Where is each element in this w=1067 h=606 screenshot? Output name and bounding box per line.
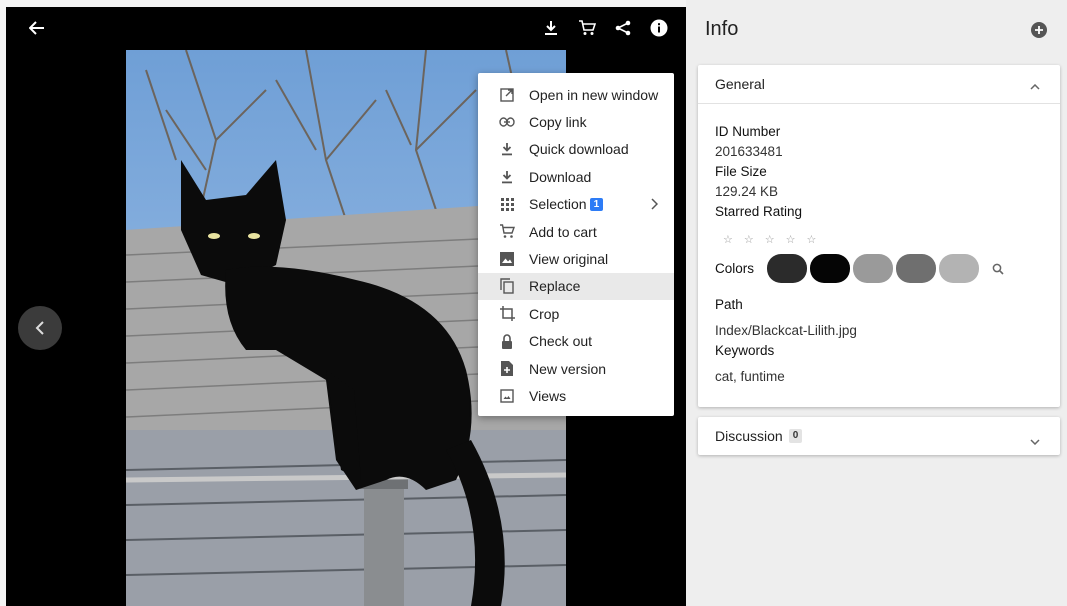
path-value: Index/Blackcat-Lilith.jpg [715, 321, 1043, 341]
menu-item-quick-download[interactable]: Quick download [478, 136, 674, 163]
new-file-icon [499, 361, 515, 377]
crop-icon [499, 306, 515, 322]
color-swatch[interactable] [939, 254, 980, 283]
discussion-header[interactable]: Discussion 0 [698, 417, 1060, 455]
menu-item-label: View original [529, 251, 609, 268]
menu-item-label: Download [529, 168, 592, 185]
grid-icon [499, 196, 515, 212]
star-icon[interactable]: ☆ [807, 230, 817, 250]
context-menu: Open in new window Copy link Quick downl… [478, 73, 674, 416]
general-title: General [715, 76, 765, 92]
lock-icon [499, 333, 515, 349]
download-icon [499, 169, 515, 185]
selection-count-badge: 1 [589, 197, 604, 211]
add-icon[interactable] [1031, 22, 1047, 38]
menu-item-open-new-window[interactable]: Open in new window [478, 81, 674, 108]
menu-item-view-original[interactable]: View original [478, 245, 674, 272]
menu-item-crop[interactable]: Crop [478, 300, 674, 327]
download-icon[interactable] [540, 17, 562, 39]
colors-row: Colors [715, 254, 1043, 283]
menu-item-new-version[interactable]: New version [478, 355, 674, 382]
download-icon [499, 141, 515, 157]
chevron-left-icon [35, 321, 44, 335]
id-number-value: 201633481 [715, 144, 783, 159]
info-panel: Info General ID Number 201633481 File Si… [686, 0, 1067, 606]
info-icon[interactable] [648, 17, 670, 39]
discussion-count-badge: 0 [788, 429, 803, 443]
open-new-window-icon [499, 87, 515, 103]
image-icon [499, 251, 515, 267]
link-icon [499, 114, 515, 130]
search-icon[interactable] [992, 263, 1004, 275]
color-swatch[interactable] [896, 254, 937, 283]
views-icon [499, 388, 515, 404]
menu-item-label: Views [529, 387, 567, 404]
keywords-label: Keywords [715, 343, 775, 358]
menu-item-copy-link[interactable]: Copy link [478, 108, 674, 135]
chevron-down-icon [1030, 432, 1040, 448]
color-swatch[interactable] [767, 254, 808, 283]
keywords-value: cat, funtime [715, 369, 785, 384]
star-rating: ☆ ☆ ☆ ☆ ☆ [723, 230, 1043, 250]
menu-item-label: Check out [529, 333, 593, 350]
discussion-title: Discussion [715, 428, 783, 444]
discussion-card: Discussion 0 [698, 417, 1060, 455]
starred-rating-label: Starred Rating [715, 204, 803, 219]
star-icon[interactable]: ☆ [723, 230, 733, 250]
star-icon[interactable]: ☆ [765, 230, 775, 250]
menu-item-label: Add to cart [529, 223, 597, 240]
menu-item-views[interactable]: Views [478, 382, 674, 409]
menu-item-label: New version [529, 360, 607, 377]
panel-title: Info [705, 18, 739, 40]
general-header[interactable]: General [698, 65, 1060, 103]
menu-item-label: Selection [529, 196, 587, 213]
menu-item-label: Copy link [529, 114, 587, 131]
path-file: Blackcat-Lilith.jpg [751, 323, 857, 338]
color-swatch[interactable] [810, 254, 851, 283]
chevron-up-icon [1030, 77, 1040, 93]
general-body: ID Number 201633481 File Size 129.24 KB … [698, 104, 1060, 389]
star-icon[interactable]: ☆ [786, 230, 796, 250]
colors-label: Colors [715, 260, 755, 276]
menu-item-label: Replace [529, 278, 581, 295]
copy-icon [499, 278, 515, 295]
general-card: General ID Number 201633481 File Size 12… [698, 65, 1060, 407]
star-icon[interactable]: ☆ [744, 230, 754, 250]
menu-item-label: Quick download [529, 141, 629, 158]
back-arrow-icon[interactable] [26, 17, 48, 39]
menu-item-download[interactable]: Download [478, 163, 674, 190]
path-label: Path [715, 297, 743, 312]
path-root-link[interactable]: Index [715, 323, 748, 338]
file-size-label: File Size [715, 164, 767, 179]
menu-item-add-to-cart[interactable]: Add to cart [478, 218, 674, 245]
menu-item-replace[interactable]: Replace [478, 272, 674, 301]
previous-image-button[interactable] [18, 306, 62, 350]
id-number-label: ID Number [715, 124, 781, 139]
menu-item-label: Crop [529, 305, 560, 322]
cart-icon [499, 224, 515, 240]
file-size-value: 129.24 KB [715, 184, 779, 199]
share-icon[interactable] [612, 17, 634, 39]
chevron-right-icon [651, 197, 659, 213]
menu-item-label: Open in new window [529, 86, 659, 103]
menu-item-selection[interactable]: Selection 1 [478, 191, 674, 218]
color-swatch[interactable] [853, 254, 894, 283]
cart-icon[interactable] [576, 17, 598, 39]
menu-item-check-out[interactable]: Check out [478, 328, 674, 355]
